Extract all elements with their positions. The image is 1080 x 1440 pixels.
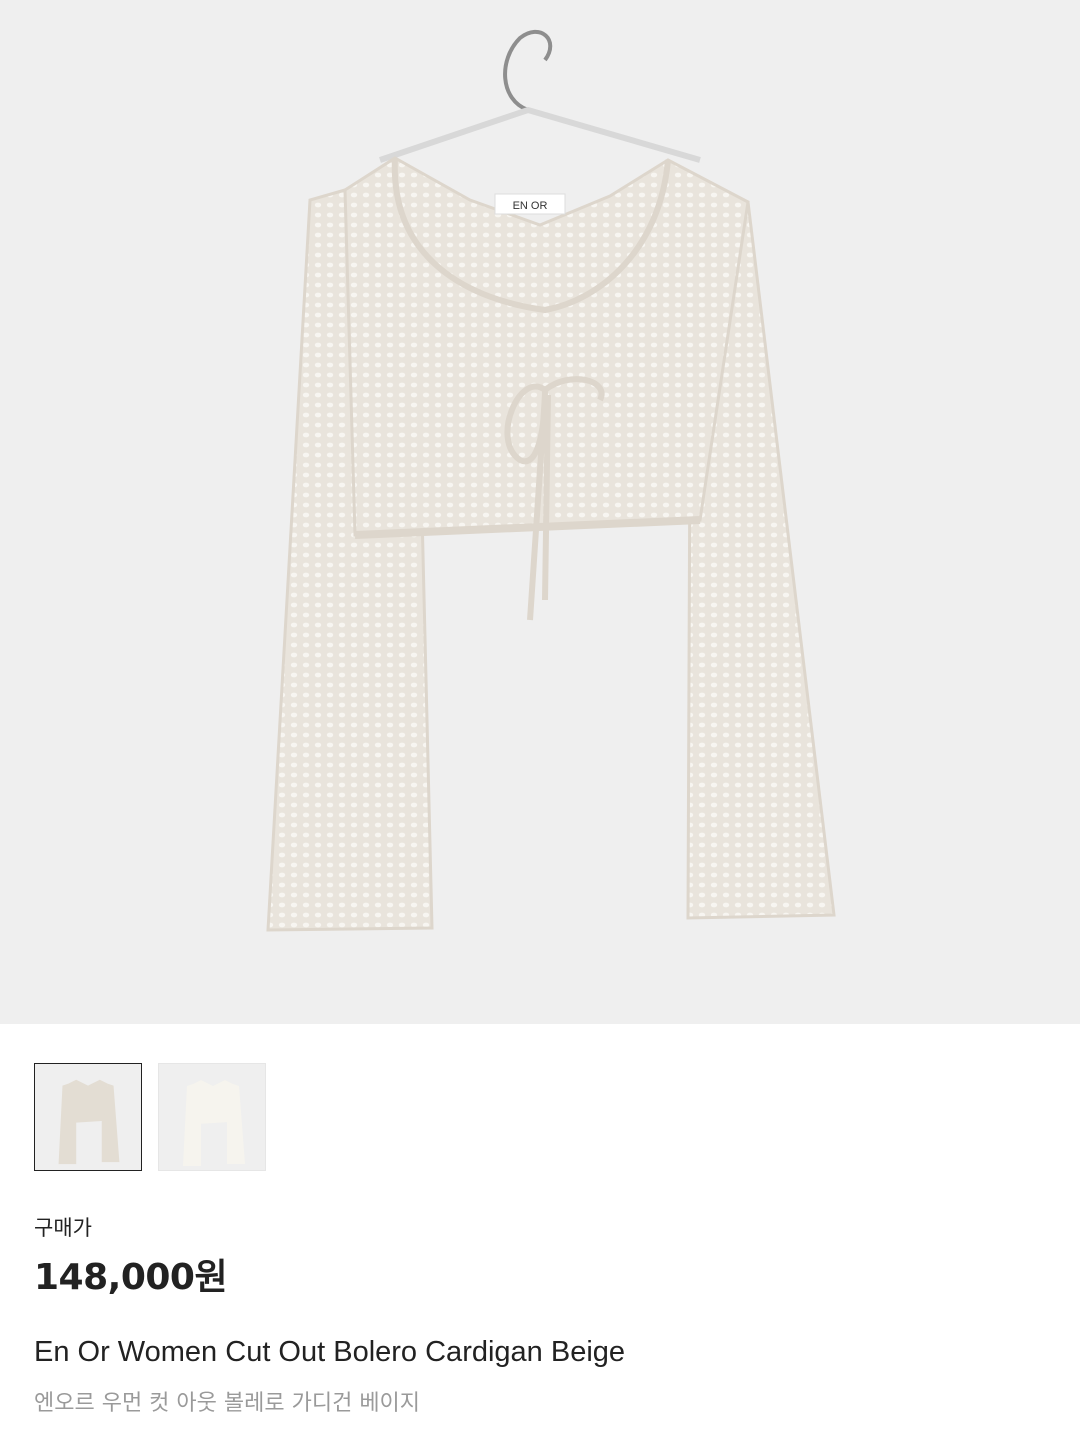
product-title-ko: 엔오르 우먼 컷 아웃 볼레로 가디건 베이지	[34, 1391, 421, 1416]
thumbnail-beige-image	[58, 1079, 120, 1165]
thumbnail-gallery	[34, 1063, 266, 1171]
thumbnail-beige[interactable]	[34, 1063, 142, 1171]
price-value: 148,000원	[34, 1257, 228, 1298]
hanger-icon	[503, 30, 553, 112]
thumbnail-ivory[interactable]	[158, 1063, 266, 1171]
product-page: EN OR 구매가 148,000원 En Or Women Cut Out B…	[0, 0, 1080, 1440]
price-label: 구매가	[34, 1216, 92, 1240]
thumbnail-ivory-image	[183, 1080, 245, 1166]
cardigan-illustration: EN OR	[266, 30, 836, 932]
svg-text:EN OR: EN OR	[513, 200, 548, 212]
product-title-en: En Or Women Cut Out Bolero Cardigan Beig…	[34, 1336, 626, 1368]
product-main-image[interactable]: EN OR	[0, 0, 1080, 1024]
